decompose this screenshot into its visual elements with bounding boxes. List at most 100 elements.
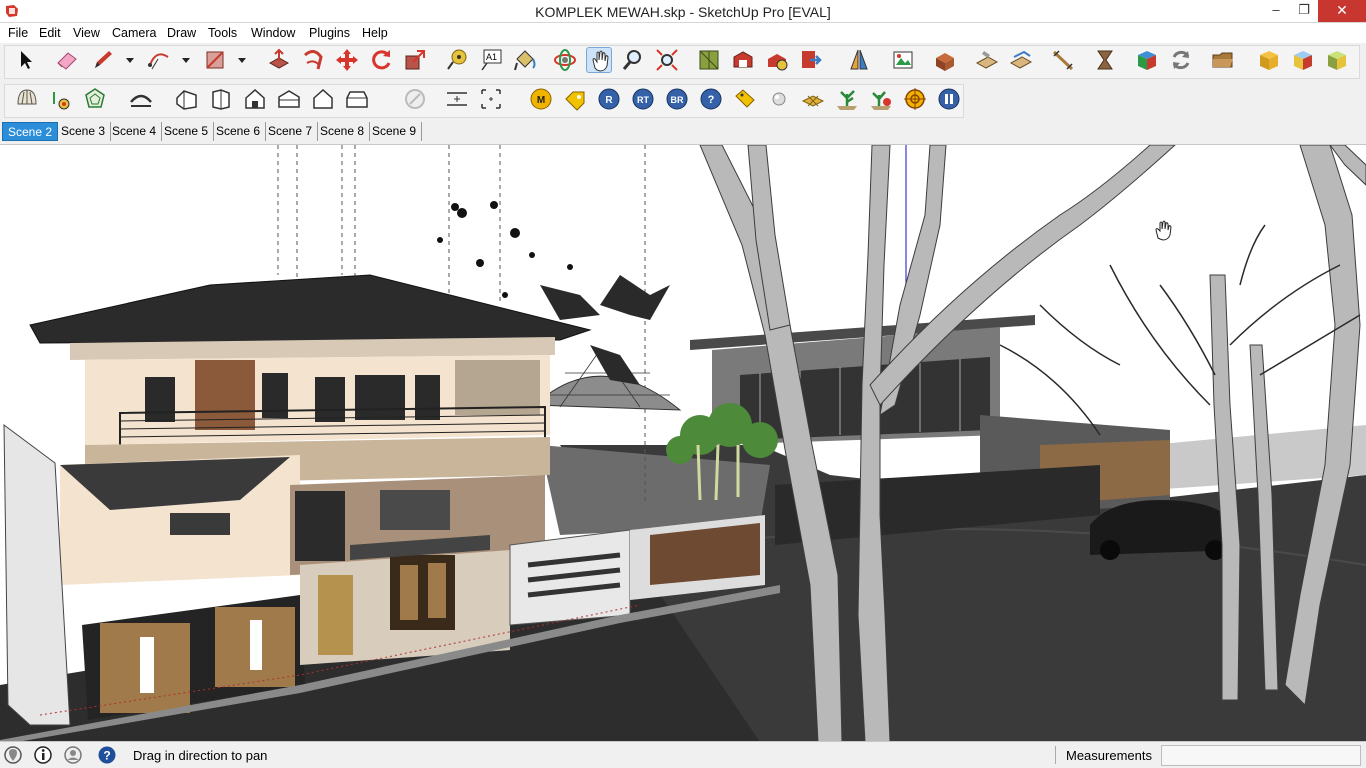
move-icon[interactable]	[334, 47, 360, 73]
rectangle-icon[interactable]	[202, 47, 228, 73]
menu-tools[interactable]: Tools	[208, 26, 237, 40]
status-message: Drag in direction to pan	[133, 748, 268, 763]
arc-dropdown[interactable]	[182, 58, 190, 63]
scale-icon[interactable]	[402, 47, 428, 73]
menu-edit[interactable]: Edit	[39, 26, 61, 40]
center-icon[interactable]	[478, 86, 504, 112]
shell-icon[interactable]	[14, 86, 40, 112]
component-icon[interactable]	[932, 47, 958, 73]
tab-scene-5[interactable]: Scene 5	[159, 122, 215, 141]
render-m-label: M	[537, 95, 545, 106]
menu-view[interactable]: View	[73, 26, 100, 40]
zoom-extents-icon[interactable]	[654, 47, 680, 73]
scene-render	[0, 145, 1366, 741]
close-button[interactable]: ✕	[1318, 0, 1366, 22]
solid-icon[interactable]	[1134, 47, 1160, 73]
pencil-dropdown[interactable]	[126, 58, 134, 63]
house-iso-icon[interactable]	[174, 86, 200, 112]
sandbox-icon[interactable]	[696, 47, 722, 73]
cube-yellow-icon[interactable]	[1256, 47, 1282, 73]
menu-plugins[interactable]: Plugins	[309, 26, 350, 40]
select-icon[interactable]	[12, 47, 38, 73]
house-top-icon[interactable]	[276, 86, 302, 112]
tag-icon[interactable]	[562, 86, 588, 112]
tab-scene-7[interactable]: Scene 7	[263, 122, 319, 141]
pause-icon[interactable]	[936, 86, 962, 112]
extension-icon[interactable]	[764, 47, 790, 73]
drape-icon[interactable]	[1008, 47, 1034, 73]
toolbar-main: A1	[0, 43, 1366, 82]
title-bar: KOMPLEK MEWAH.skp - SketchUp Pro [EVAL] …	[0, 0, 1366, 23]
section-plane-icon[interactable]	[846, 47, 872, 73]
render-help-label: ?	[708, 94, 715, 106]
dodeca-icon[interactable]	[82, 86, 108, 112]
photo-match-icon[interactable]	[890, 47, 916, 73]
render-br-label: BR	[671, 95, 684, 105]
house-right-icon[interactable]	[208, 86, 234, 112]
arc-icon[interactable]	[146, 47, 172, 73]
curve-icon[interactable]	[1092, 47, 1118, 73]
dimension-icon[interactable]	[1050, 47, 1076, 73]
sphere-icon[interactable]	[766, 86, 792, 112]
measurements-input[interactable]	[1161, 745, 1361, 766]
tab-scene-4[interactable]: Scene 4	[107, 122, 163, 141]
tab-scene-6[interactable]: Scene 6	[211, 122, 267, 141]
maximize-button[interactable]: ❐	[1290, 0, 1318, 22]
follow-me-icon[interactable]	[300, 47, 326, 73]
window-title: KOMPLEK MEWAH.skp - SketchUp Pro [EVAL]	[535, 4, 831, 20]
stamp-icon[interactable]	[974, 47, 1000, 73]
target-icon[interactable]	[902, 86, 928, 112]
shadow-icon[interactable]	[48, 86, 74, 112]
eraser-icon[interactable]	[54, 47, 80, 73]
render-m-icon[interactable]: M	[528, 86, 554, 112]
rectangle-dropdown[interactable]	[238, 58, 246, 63]
push-pull-icon[interactable]	[266, 47, 292, 73]
help-icon[interactable]: ?	[97, 745, 117, 765]
export-icon[interactable]	[798, 47, 824, 73]
round-corner-icon[interactable]	[128, 86, 154, 112]
menu-draw[interactable]: Draw	[167, 26, 196, 40]
credits-icon[interactable]	[33, 745, 53, 765]
tab-scene-9[interactable]: Scene 9	[367, 122, 423, 141]
render-rt-icon[interactable]: RT	[630, 86, 656, 112]
menu-window[interactable]: Window	[251, 26, 295, 40]
paint-bucket-icon[interactable]	[512, 47, 538, 73]
minimize-button[interactable]: –	[1262, 0, 1290, 22]
menu-help[interactable]: Help	[362, 26, 388, 40]
tab-scene-2[interactable]: Scene 2	[2, 122, 59, 141]
tape-measure-icon[interactable]	[444, 47, 470, 73]
frame-icon[interactable]	[444, 86, 470, 112]
text-icon[interactable]: A1	[478, 47, 504, 73]
cube-green-icon[interactable]	[1324, 47, 1350, 73]
house-outline-icon[interactable]	[310, 86, 336, 112]
menu-bar: File Edit View Camera Draw Tools Window …	[0, 23, 1366, 43]
cube-blue-icon[interactable]	[1290, 47, 1316, 73]
tab-scene-8[interactable]: Scene 8	[315, 122, 371, 141]
warehouse-icon[interactable]	[730, 47, 756, 73]
plant-icon[interactable]	[834, 86, 860, 112]
label-icon[interactable]	[732, 86, 758, 112]
render-br-icon[interactable]: BR	[664, 86, 690, 112]
house-front-icon[interactable]	[242, 86, 268, 112]
user-icon[interactable]	[63, 745, 83, 765]
plane-icon[interactable]	[800, 86, 826, 112]
reload-icon[interactable]	[1168, 47, 1194, 73]
menu-file[interactable]: File	[8, 26, 28, 40]
pan-cursor-icon	[1155, 220, 1172, 241]
rotate-icon[interactable]	[368, 47, 394, 73]
pan-icon[interactable]	[586, 47, 612, 73]
svg-text:A1: A1	[486, 52, 497, 62]
menu-camera[interactable]: Camera	[112, 26, 156, 40]
model-viewport[interactable]	[0, 144, 1366, 741]
house-back-icon[interactable]	[344, 86, 370, 112]
toolbar-secondary: M R RT BR ?	[0, 82, 1366, 120]
orbit-icon[interactable]	[552, 47, 578, 73]
folder-icon[interactable]	[1210, 47, 1236, 73]
geolocation-icon[interactable]	[3, 745, 23, 765]
pencil-icon[interactable]	[90, 47, 116, 73]
tab-scene-3[interactable]: Scene 3	[56, 122, 112, 141]
zoom-icon[interactable]	[620, 47, 646, 73]
render-help-icon[interactable]: ?	[698, 86, 724, 112]
render-r-icon[interactable]: R	[596, 86, 622, 112]
plant-red-icon[interactable]	[868, 86, 894, 112]
